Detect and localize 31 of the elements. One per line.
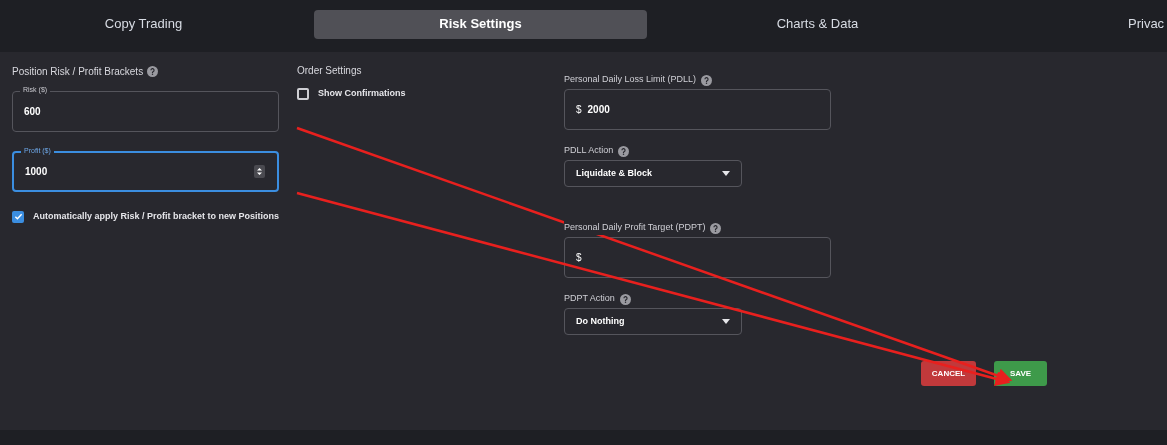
checkbox-label: Automatically apply Risk / Profit bracket to new Positions [33, 210, 280, 223]
help-icon[interactable] [701, 74, 713, 86]
checkbox[interactable] [12, 210, 24, 223]
currency-prefix: $ [576, 103, 582, 117]
currency-prefix: $ [576, 251, 582, 265]
field-value: 2000 [587, 103, 610, 117]
field-value: 1000 [25, 165, 48, 179]
help-icon[interactable] [619, 293, 631, 305]
select-value: Do Nothing [576, 314, 625, 328]
tab[interactable]: Privac [988, 9, 1167, 39]
caret-icon [722, 171, 730, 176]
field-title: Personal Daily Profit Target (PDPT) [564, 221, 706, 235]
select-field[interactable]: Do Nothing [564, 308, 742, 335]
tab[interactable]: Copy Trading [0, 9, 310, 39]
caret-icon [722, 319, 730, 324]
spinner-icon[interactable] [254, 165, 265, 178]
select-value: Liquidate & Block [576, 166, 652, 180]
field-value: 600 [24, 105, 41, 119]
checkbox-label: Show Confirmations [318, 87, 406, 100]
help-icon[interactable] [618, 145, 630, 157]
tab[interactable]: Charts & Data [651, 9, 984, 39]
select-field[interactable]: Liquidate & Block [564, 160, 742, 187]
help-icon[interactable] [710, 222, 722, 234]
field-title: Personal Daily Loss Limit (PDLL) [564, 73, 697, 87]
section-title: Position Risk / Profit Brackets [12, 64, 144, 79]
help-icon[interactable] [147, 65, 159, 77]
money-field[interactable]: $ [564, 237, 831, 278]
tab[interactable]: Risk Settings [314, 9, 647, 39]
section-title: Order Settings [297, 66, 363, 76]
money-field[interactable]: $ 2000 [564, 89, 831, 130]
checkbox[interactable] [297, 87, 309, 100]
